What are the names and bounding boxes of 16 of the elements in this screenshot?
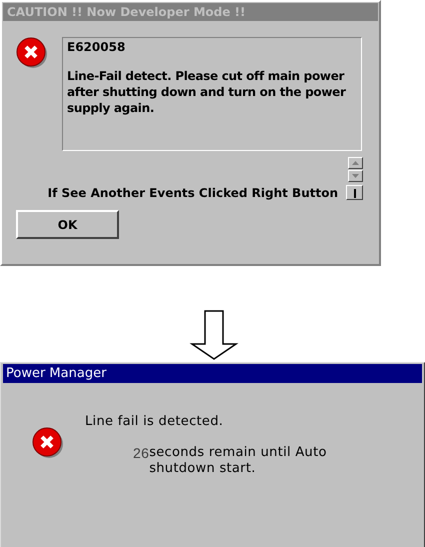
alert-message: Line fail is detected. [85,414,224,429]
error-icon [16,37,48,69]
ok-button[interactable]: OK [16,210,119,239]
events-button[interactable] [346,185,363,200]
error-message: Line-Fail detect. Please cut off main power after shutting down and turn on the power supply again. [67,68,347,116]
hint-text: If See Another Events Clicked Right Button [48,186,338,200]
spin-button[interactable] [348,157,363,183]
countdown-number: 26 [133,445,150,463]
up-arrow-icon [352,161,359,165]
countdown-message: seconds remain until Auto shutdown start. [149,445,328,477]
window-title: CAUTION !! Now Developer Mode !! [3,3,378,21]
error-code: E620058 [67,40,126,54]
down-arrow-icon [188,310,240,360]
down-arrow-icon [352,174,359,178]
error-icon [32,427,64,459]
window-title: Power Manager [3,364,422,383]
